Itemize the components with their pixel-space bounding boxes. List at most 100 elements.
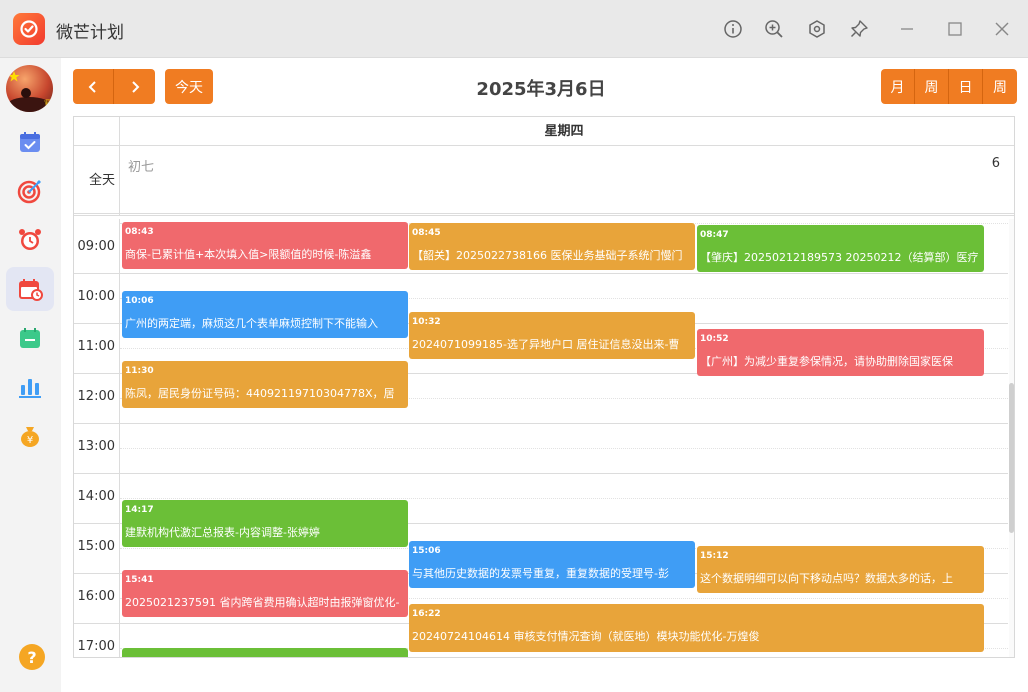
help-button[interactable]: ? (19, 644, 45, 670)
half-hour-line (120, 448, 1008, 449)
hour-label: 17:00 (77, 639, 115, 654)
maximize-icon[interactable] (943, 17, 967, 41)
event-time: 15:41 (125, 575, 154, 585)
event-time: 10:32 (412, 317, 441, 327)
view-week-alt-button[interactable]: 周 (983, 69, 1017, 104)
event-time: 15:06 (412, 546, 441, 556)
close-icon[interactable] (990, 17, 1014, 41)
avatar[interactable]: ♛ (6, 65, 53, 112)
svg-text:¥: ¥ (27, 435, 33, 446)
event-title: 【广州】为减少重复参保情况，请协助删除国家医保 (700, 355, 953, 368)
event-card[interactable]: 10:52 【广州】为减少重复参保情况，请协助删除国家医保 (697, 329, 984, 376)
event-title: 【肇庆】20250212189573 20250212（结算部）医疗 (700, 251, 979, 264)
hour-label: 16:00 (77, 589, 115, 604)
title-bar: 微芒计划 (0, 0, 1028, 58)
sidebar-item-goals[interactable] (6, 169, 54, 213)
settings-hexagon-icon[interactable] (805, 17, 829, 41)
hour-line (74, 473, 1008, 474)
scrollbar[interactable] (1009, 219, 1014, 657)
event-title: 广州的两定端，麻烦这几个表单麻烦控制下不能输入 (125, 317, 378, 330)
event-card[interactable]: 15:41 2025021237591 省内跨省费用确认超时由报弹窗优化- (122, 570, 408, 617)
view-day-button[interactable]: 日 (949, 69, 983, 104)
event-time: 11:30 (125, 366, 154, 376)
event-time: 10:06 (125, 296, 154, 306)
chevron-left-icon (88, 80, 96, 93)
money-bag-icon: ¥ (21, 427, 39, 447)
event-card[interactable]: 10:32 2024071099185-选了异地户口 居住证信息没出来-曹 (409, 312, 695, 359)
weekday-label: 星期四 (544, 124, 584, 139)
calendar-note-icon (20, 328, 40, 348)
hour-label: 11:00 (77, 339, 115, 354)
event-title: 商保-已累计值+本次填入值>限额值的时候-陈溢鑫 (125, 248, 372, 261)
sidebar-item-alarms[interactable] (6, 218, 54, 262)
event-time: 08:45 (412, 228, 441, 238)
calendar-schedule-icon (19, 279, 43, 301)
event-card[interactable]: 10:06 广州的两定端，麻烦这几个表单麻烦控制下不能输入 (122, 291, 408, 338)
hour-line (74, 273, 1008, 274)
event-title: 20240724104614 审核支付情况查询（就医地）模块功能优化-万煌俊 (412, 630, 760, 643)
event-time: 15:12 (700, 551, 729, 561)
pin-icon[interactable] (847, 17, 871, 41)
event-card[interactable]: 08:43 商保-已累计值+本次填入值>限额值的时候-陈溢鑫 (122, 222, 408, 269)
event-title: 【韶关】2025022738166 医保业务基础子系统门慢门 (412, 249, 683, 262)
event-title: 2024071099185-选了异地户口 居住证信息没出来-曹 (412, 338, 680, 351)
view-month-button[interactable]: 月 (881, 69, 915, 104)
sidebar-item-tasks[interactable] (6, 120, 54, 164)
crown-icon: ♛ (43, 97, 53, 110)
event-time: 08:47 (700, 230, 729, 240)
event-card[interactable]: 15:06 与其他历史数据的发票号重复，重复数据的受理号-彭 (409, 541, 695, 588)
hour-label: 10:00 (77, 289, 115, 304)
hour-label: 12:00 (77, 389, 115, 404)
minimize-icon[interactable] (895, 17, 919, 41)
calendar-check-icon (20, 132, 40, 152)
prev-button[interactable] (73, 69, 114, 104)
event-title: 与其他历史数据的发票号重复，重复数据的受理号-彭 (412, 567, 669, 580)
event-title: 2025021237591 省内跨省费用确认超时由报弹窗优化- (125, 596, 400, 609)
scrollbar-thumb[interactable] (1009, 383, 1014, 533)
event-card[interactable]: 08:47 【肇庆】20250212189573 20250212（结算部）医疗 (697, 225, 984, 272)
sidebar-item-finance[interactable]: ¥ (6, 414, 54, 458)
app-title: 微芒计划 (56, 23, 124, 43)
app-logo (13, 13, 45, 45)
hour-label: 14:00 (77, 489, 115, 504)
main-panel: 今天 2025年3月6日 月 周 日 周 星期四 全天 初七 6 09:00 1… (61, 58, 1028, 692)
view-switcher: 月 周 日 周 (881, 69, 1017, 104)
sidebar: ♛ ¥ ? (0, 58, 61, 692)
alarm-clock-icon (19, 229, 41, 250)
chevron-right-icon (131, 80, 139, 93)
next-button[interactable] (114, 69, 155, 104)
event-title: 建默机构代激汇总报表-内容调整-张婷婷 (125, 526, 320, 539)
info-icon[interactable] (721, 17, 745, 41)
event-card[interactable]: 08:45 【韶关】2025022738166 医保业务基础子系统门慢门 (409, 223, 695, 270)
lunar-date: 初七 (128, 160, 155, 175)
hour-label: 13:00 (77, 439, 115, 454)
hour-label: 09:00 (77, 239, 115, 254)
allday-label: 全天 (74, 146, 120, 216)
check-circle-icon (20, 20, 38, 38)
sidebar-item-stats[interactable] (6, 365, 54, 409)
event-time: 08:43 (125, 227, 154, 237)
day-number: 6 (991, 156, 1000, 171)
header-corner (74, 117, 120, 145)
view-week-button[interactable]: 周 (915, 69, 949, 104)
hour-line (74, 423, 1008, 424)
target-icon (17, 180, 41, 204)
event-card[interactable]: 11:30 陈凤，居民身份证号码：44092119710304778X，居 (122, 361, 408, 408)
half-hour-line (120, 498, 1008, 499)
allday-row[interactable]: 全天 初七 6 (74, 146, 1014, 216)
event-card[interactable]: 15:12 这个数据明细可以向下移动点吗？数据太多的话，上 (697, 546, 984, 593)
event-card[interactable] (122, 648, 408, 657)
sidebar-item-calendar[interactable] (6, 267, 54, 311)
zoom-in-icon[interactable] (762, 17, 786, 41)
sidebar-item-notes[interactable] (6, 316, 54, 360)
event-card[interactable]: 14:17 建默机构代激汇总报表-内容调整-张婷婷 (122, 500, 408, 547)
event-time: 10:52 (700, 334, 729, 344)
time-grid[interactable]: 09:00 10:00 11:00 12:00 13:00 14:00 15:0… (74, 219, 1008, 657)
event-time: 16:22 (412, 609, 441, 619)
calendar-header: 星期四 (74, 117, 1014, 146)
event-time: 14:17 (125, 505, 154, 515)
event-card[interactable]: 16:22 20240724104614 审核支付情况查询（就医地）模块功能优化… (409, 604, 984, 652)
hour-label: 15:00 (77, 539, 115, 554)
today-button[interactable]: 今天 (165, 69, 213, 104)
bar-chart-icon (19, 379, 41, 398)
